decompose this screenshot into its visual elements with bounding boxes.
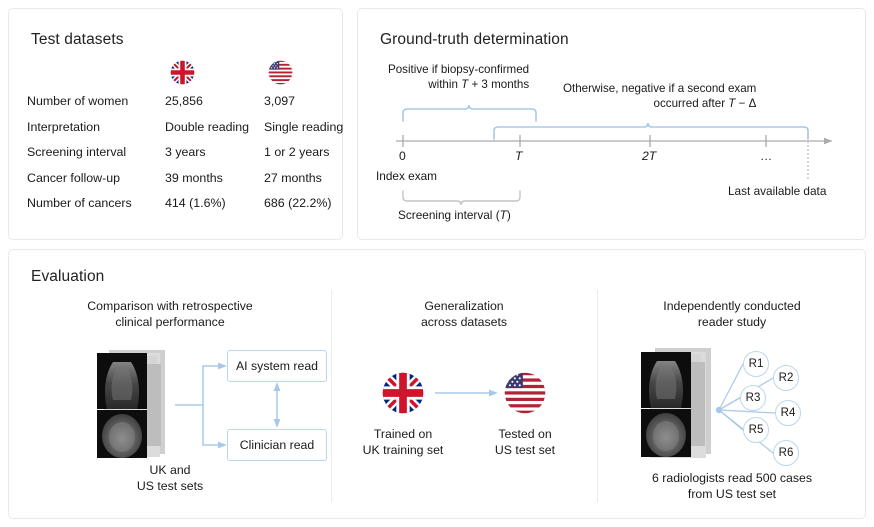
reader-label: R6 [779,447,794,459]
screening-interval-label: Screening interval (T) [398,208,511,222]
caption-tested-on: Tested on US test set [469,426,581,458]
reader-label: R3 [746,392,761,404]
mammogram-images [91,350,171,460]
last-available-data-label: Last available data [728,184,826,198]
reader-label: R1 [749,358,764,370]
caption-line1: UK and [9,462,331,478]
caption-line2: from US test set [597,486,867,502]
axis-tick-label-ellipsis: … [760,149,772,163]
axis-tick-label-2T: 2T [642,149,656,163]
caption-line2: US test sets [9,478,331,494]
generalization-arrow [331,250,597,520]
caption-uk-us-test-sets: UK and US test sets [9,462,331,494]
reader-circle-r5: R5 [743,417,769,443]
caption-line1: Trained on [343,426,463,442]
ai-system-read-label: AI system read [236,359,318,373]
reader-circle-r6: R6 [773,440,799,466]
caption-trained-on: Trained on UK training set [343,426,463,458]
reader-circle-r1: R1 [743,351,769,377]
test-datasets-panel: Test datasets [8,8,343,240]
screening-interval-bracket [403,191,520,205]
row-value-us: 27 months [264,171,322,185]
negative-window-bracket [494,123,808,139]
row-value-us: Single reading [264,120,343,134]
reader-circle-r3: R3 [740,385,766,411]
axis-tick-label-T: T [515,149,522,163]
section-heading-line1: Comparison with retrospective [9,298,331,314]
evaluation-section-comparison: Comparison with retrospective clinical p… [9,250,331,520]
caption-line2: UK training set [343,442,463,458]
page-title-test-datasets: Test datasets [31,31,124,49]
row-value-uk: Double reading [165,120,249,134]
row-value-us: 686 (22.2%) [264,196,332,210]
section-heading-comparison: Comparison with retrospective clinical p… [9,298,331,330]
row-label: Screening interval [27,145,126,159]
row-value-uk: 39 months [165,171,223,185]
row-value-us: 1 or 2 years [264,145,329,159]
index-exam-label: Index exam [376,169,437,183]
reader-label: R4 [781,407,796,419]
mammogram-stack-uk-us [91,350,171,460]
row-label: Cancer follow-up [27,171,120,185]
row-value-uk: 3 years [165,145,206,159]
timeline-svg [358,9,867,241]
timeline-axis-arrowhead [824,138,832,145]
reader-circle-r2: R2 [773,365,799,391]
ground-truth-panel: Ground-truth determination Positive if b… [357,8,866,240]
reader-circle-r4: R4 [775,400,801,426]
timeline-diagram: Positive if biopsy-confirmed within T + … [358,9,867,241]
section-heading-line2: clinical performance [9,314,331,330]
us-flag-icon [268,60,293,85]
evaluation-section-reader-study: Independently conducted reader study [597,250,867,520]
caption-reader-study: 6 radiologists read 500 cases from US te… [597,470,867,502]
row-label: Number of women [27,94,128,108]
caption-line1: 6 radiologists read 500 cases [597,470,867,486]
row-value-uk: 25,856 [165,94,203,108]
reader-label: R5 [749,424,764,436]
positive-window-bracket [403,105,536,121]
reader-label: R2 [779,372,794,384]
axis-tick-label-0: 0 [399,149,406,163]
uk-flag-icon [170,60,195,85]
row-label: Interpretation [27,120,100,134]
caption-line1: Tested on [469,426,581,442]
evaluation-panel: Evaluation Comparison with retrospective… [8,249,866,519]
row-label: Number of cancers [27,196,132,210]
clinician-read-box[interactable]: Clinician read [227,429,327,461]
clinician-read-label: Clinician read [240,438,315,452]
row-value-uk: 414 (1.6%) [165,196,226,210]
caption-line2: US test set [469,442,581,458]
ai-system-read-box[interactable]: AI system read [227,350,327,382]
evaluation-section-generalization: Generalization across datasets [331,250,597,520]
row-value-us: 3,097 [264,94,295,108]
